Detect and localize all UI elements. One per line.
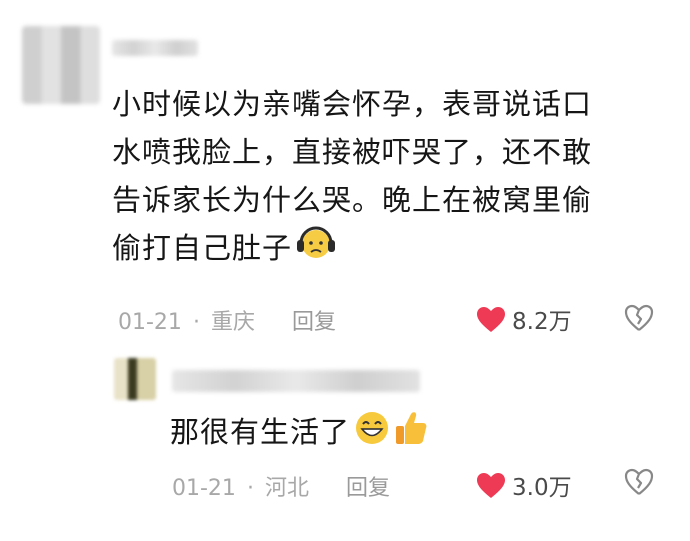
like-count: 3.0万 xyxy=(512,475,572,501)
reply-username-blurred[interactable] xyxy=(172,370,420,392)
comment-thread: 小时候以为亲嘴会怀孕，表哥说话口 水喷我脸上，直接被吓哭了，还不敢 告诉家长为什… xyxy=(0,0,690,541)
reply-date: 01-21 xyxy=(172,476,236,501)
dislike-button[interactable] xyxy=(624,468,654,496)
comment-line: 小时候以为亲嘴会怀孕，表哥说话口 xyxy=(112,87,593,121)
headphones-face-icon xyxy=(296,225,336,275)
like-button[interactable]: 8.2万 xyxy=(476,302,572,336)
reply-text: 那很有生活了 xyxy=(170,415,351,449)
dislike-button[interactable] xyxy=(624,304,654,332)
reply-button[interactable]: 回复 xyxy=(292,310,336,335)
meta-separator: · xyxy=(246,476,254,501)
meta-separator: · xyxy=(192,310,200,335)
comment-line: 告诉家长为什么哭。晚上在被窝里偷 xyxy=(112,183,593,217)
comment-meta: 01-21 · 重庆 回复 xyxy=(118,304,336,336)
grin-face-icon xyxy=(354,410,390,458)
heart-icon xyxy=(477,306,505,332)
avatar[interactable] xyxy=(22,26,100,104)
thumbs-up-icon xyxy=(394,410,428,458)
reply-body: 那很有生活了 xyxy=(170,410,428,458)
reply-avatar[interactable] xyxy=(114,358,156,400)
comment-location: 重庆 xyxy=(210,310,255,335)
comment-line: 偷打自己肚子 xyxy=(112,231,293,265)
comment-date: 01-21 xyxy=(118,310,182,335)
comment-line-last: 偷打自己肚子 xyxy=(112,224,652,275)
like-button[interactable]: 3.0万 xyxy=(476,468,572,502)
comment-line: 水喷我脸上，直接被吓哭了，还不敢 xyxy=(112,135,593,169)
broken-heart-icon xyxy=(624,468,654,495)
broken-heart-icon xyxy=(624,304,654,331)
like-count: 8.2万 xyxy=(512,309,572,335)
reply-meta: 01-21 · 河北 回复 xyxy=(172,470,390,502)
comment-body: 小时候以为亲嘴会怀孕，表哥说话口 水喷我脸上，直接被吓哭了，还不敢 告诉家长为什… xyxy=(112,80,652,275)
reply-button[interactable]: 回复 xyxy=(346,476,390,501)
heart-icon xyxy=(477,472,505,498)
reply-location: 河北 xyxy=(264,476,309,501)
username-blurred[interactable] xyxy=(112,40,198,56)
